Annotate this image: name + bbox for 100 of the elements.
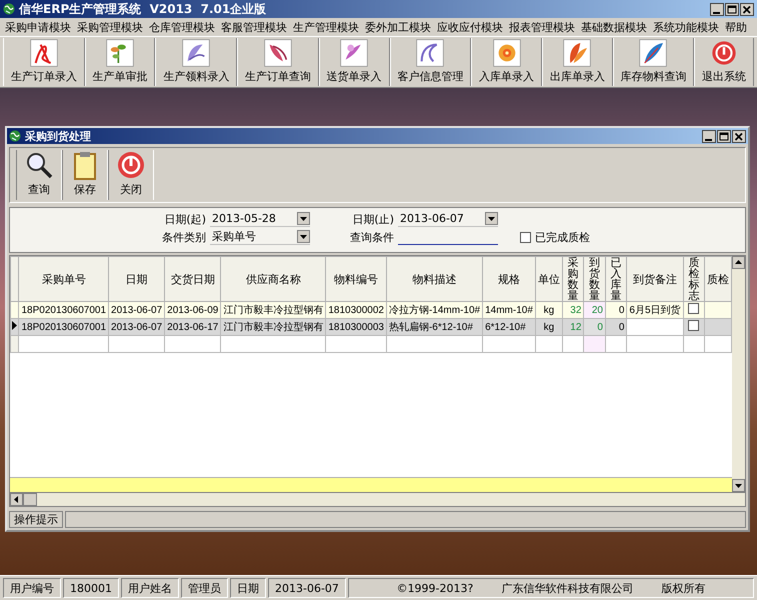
table-cell: 江门市毅丰冷拉型钢有 — [223, 322, 324, 333]
menu-item[interactable]: 生产管理模块 — [290, 20, 362, 34]
dropdown[interactable]: 2013-05-28 — [210, 211, 310, 227]
toolbar-button[interactable]: 库存物料查询 — [612, 38, 694, 86]
menu-item[interactable]: 客服管理模块 — [218, 20, 290, 34]
table-cell: 2013-06-07 — [111, 322, 162, 332]
table-cell: 0 — [597, 322, 603, 332]
menu-item[interactable]: 仓库管理模块 — [146, 20, 218, 34]
status-label: 日期 — [230, 578, 266, 598]
column-header: 已入库量 — [605, 256, 627, 302]
globe-icon — [9, 130, 21, 142]
toolbar-button[interactable]: 查询 — [16, 150, 62, 200]
toolbar-button[interactable]: 生产单审批 — [84, 38, 156, 86]
table-cell: 0 — [618, 322, 624, 332]
table-cell: 6*12-10# — [485, 322, 526, 332]
column-header: 采购数量 — [562, 256, 584, 302]
toolbar-button[interactable]: 生产订单录入 — [3, 38, 85, 86]
field-label: 条件类别 — [161, 230, 206, 244]
table-cell: 2013-06-09 — [167, 304, 218, 316]
menu-item[interactable]: 委外加工模块 — [362, 20, 434, 34]
table-cell: 14mm-10# — [485, 304, 533, 316]
vertical-scrollbar[interactable] — [732, 256, 745, 492]
row-pointer-icon — [12, 321, 17, 330]
scroll-thumb-icon[interactable] — [23, 493, 37, 506]
checkbox[interactable] — [688, 303, 700, 314]
maximize-button[interactable] — [717, 130, 731, 142]
menu-item[interactable]: 采购申请模块 — [2, 20, 74, 34]
company-name: 广东信华软件科技有限公司 — [501, 580, 634, 596]
status-label: 用户姓名 — [121, 578, 179, 598]
maximize-button[interactable] — [725, 2, 739, 16]
menu-item[interactable]: 帮助 — [722, 20, 750, 34]
table-cell: 2013-06-07 — [111, 304, 162, 316]
menu-item[interactable]: 系统功能模块 — [650, 20, 722, 34]
menu-item[interactable]: 采购管理模块 — [74, 20, 146, 34]
column-header: 到货备注 — [626, 256, 684, 302]
rights-text: 版权所有 — [661, 580, 706, 596]
column-header: 采购单号 — [18, 256, 109, 302]
toolbar-button[interactable]: 生产订单查询 — [237, 38, 319, 86]
toolbar-button[interactable]: 送货单录入 — [318, 38, 390, 86]
power-icon — [116, 150, 146, 180]
scroll-up-icon[interactable] — [732, 256, 745, 269]
window-title: 信华ERP生产管理系统 V2013 7.01企业版 — [19, 0, 266, 18]
minimize-button[interactable] — [710, 2, 724, 16]
field-label: 查询条件 — [349, 230, 394, 244]
column-header: 物料编号 — [326, 256, 386, 302]
column-header: 日期 — [108, 256, 165, 302]
table-row[interactable]: 18P020130607001 2013-06-07 2013-06-17 江门市毅丰冷拉型钢有 1810300003 热轧扁钢-6*12-10# 6*12-10# kg 12 0 0 — [10, 318, 732, 336]
status-value: 2013-06-07 — [268, 578, 346, 598]
menu-item[interactable]: 报表管理模块 — [506, 20, 578, 34]
menu-item[interactable]: 基础数据模块 — [578, 20, 650, 34]
scroll-left-icon[interactable] — [10, 493, 23, 506]
table-cell: 冷拉方钢-14mm-10# — [388, 305, 480, 316]
column-header: 物料描述 — [386, 256, 483, 302]
dropdown[interactable]: 2013-06-07 — [398, 211, 498, 227]
toolbar-button[interactable]: 退出系统 — [694, 38, 754, 86]
table-row[interactable]: 18P020130607001 2013-06-07 2013-06-09 江门市毅丰冷拉型钢有 1810300002 冷拉方钢-14mm-10# 14mm-10# kg 32 20 0 6月5日到货 — [10, 302, 732, 318]
column-header: 质检标志 — [683, 256, 704, 302]
table-cell: 0 — [618, 304, 624, 316]
minimize-button[interactable] — [702, 130, 716, 142]
table-cell: 12 — [570, 322, 582, 332]
toolbar-button[interactable]: 出库单录入 — [542, 38, 613, 86]
toolbar-button[interactable]: 入库单录入 — [471, 38, 542, 86]
close-button[interactable] — [740, 2, 754, 16]
caret-icon — [297, 212, 310, 225]
table-cell: kg — [544, 322, 554, 332]
toolbar-button[interactable]: 关闭 — [108, 150, 154, 200]
window-title: 采购到货处理 — [25, 128, 91, 144]
table-cell: 6月5日到货 — [629, 305, 681, 316]
toolbar-button[interactable]: 保存 — [62, 150, 108, 200]
checkbox[interactable] — [688, 320, 700, 331]
field-label: 日期(起) — [163, 212, 206, 226]
table-cell: kg — [544, 304, 554, 316]
column-header: 交货日期 — [164, 256, 221, 302]
toolbar-button[interactable]: 客户信息管理 — [390, 38, 472, 86]
close-button[interactable] — [732, 130, 746, 142]
table-cell: 1810300003 — [328, 322, 384, 332]
column-header: 规格 — [482, 256, 536, 302]
column-header: 质检 — [704, 256, 732, 302]
column-header: 单位 — [535, 256, 562, 302]
toolbar-button[interactable]: 生产领料录入 — [155, 38, 238, 86]
table-cell: 江门市毅丰冷拉型钢有 — [223, 305, 324, 316]
checkbox[interactable] — [520, 232, 531, 242]
column-header: 到货数量 — [584, 256, 606, 302]
column-header: 供应商名称 — [220, 256, 326, 302]
horizontal-scrollbar[interactable] — [9, 493, 746, 507]
checkbox-label: 已完成质检 — [535, 230, 590, 244]
table-cell: 32 — [570, 304, 582, 316]
table-cell: 18P020130607001 — [21, 304, 106, 316]
table-cell: 2013-06-17 — [167, 322, 218, 332]
field-label: 日期(止) — [351, 212, 394, 226]
table-cell: 18P020130607001 — [21, 322, 106, 332]
status-value: 管理员 — [181, 578, 228, 598]
search-icon — [24, 150, 54, 180]
status-value: 180001 — [63, 578, 119, 598]
menu-item[interactable]: 应收应付模块 — [434, 20, 506, 34]
dropdown[interactable]: 采购单号 — [210, 229, 310, 245]
copyright-text: ©1999-2013? — [396, 582, 474, 594]
scroll-down-icon[interactable] — [732, 479, 745, 492]
globe-icon — [3, 3, 15, 15]
caret-icon — [485, 212, 498, 225]
